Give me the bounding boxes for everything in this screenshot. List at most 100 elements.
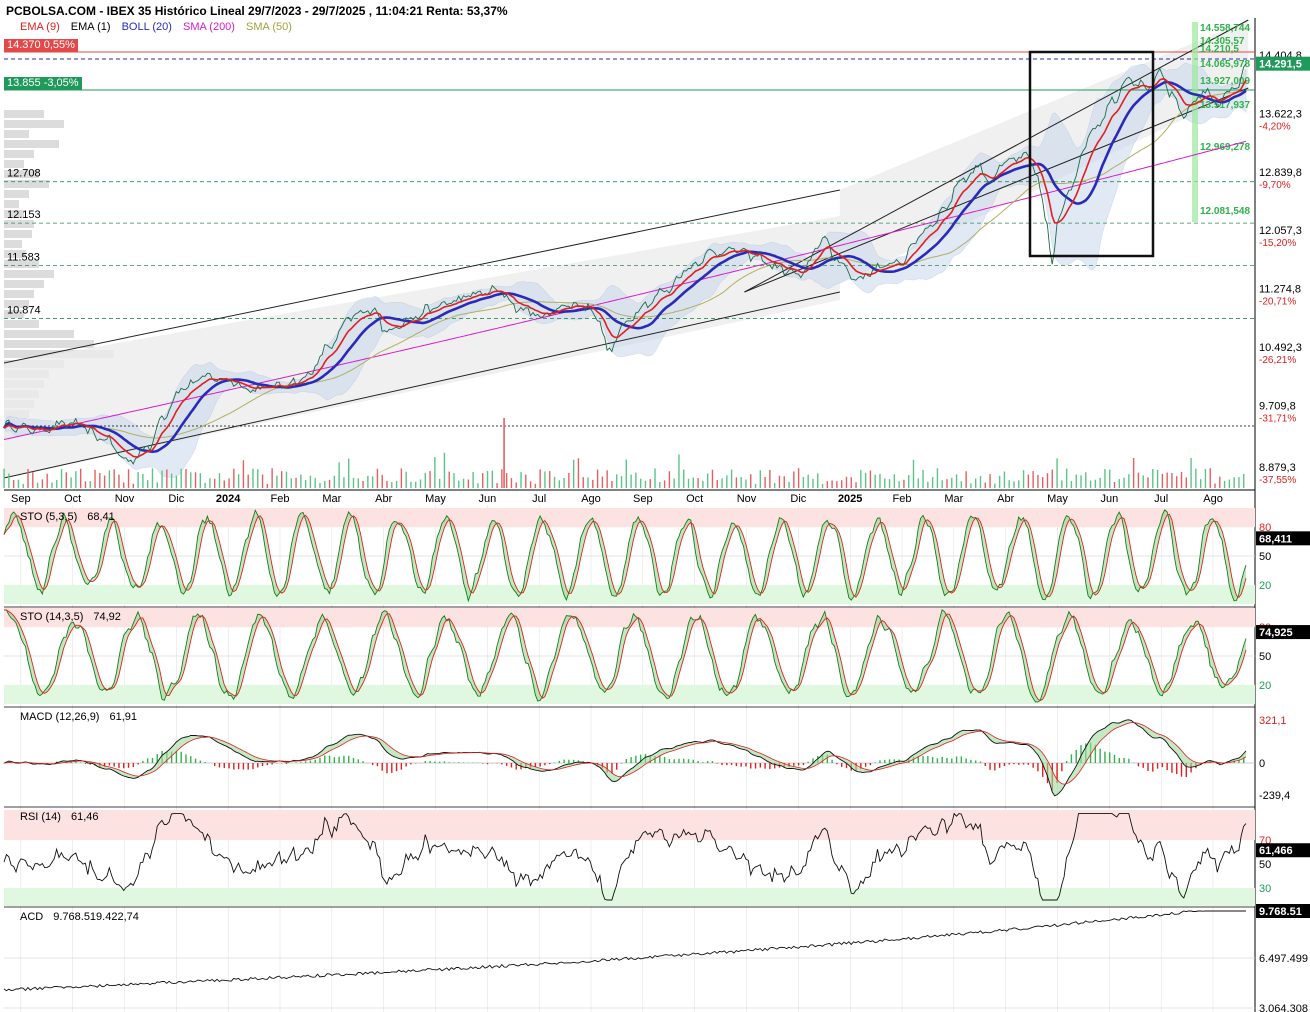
support-level-label: 12.708 [7,168,41,180]
volume-bar [860,470,862,488]
volume-bar [955,474,958,488]
macd-histogram-bar [840,763,843,767]
macd-histogram-bar [376,763,379,767]
support-level-label: 12.153 [7,209,41,221]
x-axis-month-label: Sep [633,493,653,505]
macd-histogram-bar [127,763,130,768]
macd-histogram-bar [486,763,489,765]
volume-profile-bar [4,130,29,138]
volume-bar [242,460,245,488]
price-axis-tick: 10.492,3 [1259,342,1302,354]
macd-histogram-bar [965,758,967,763]
volume-bar [22,483,24,488]
volume-bar [1113,481,1116,488]
legend-boll20[interactable]: BOLL (20) [122,21,172,33]
volume-bar [520,472,522,488]
legend-ema1[interactable]: EMA (1) [71,21,111,33]
sto2-oversold-zone [4,684,1255,704]
volume-bar [501,469,503,488]
macd-histogram-bar [175,750,178,763]
volume-bar [127,469,130,488]
volume-bar [381,474,383,488]
volume-bar [1013,481,1015,488]
macd-histogram-bar [706,760,709,763]
volume-bar [32,471,34,488]
macd-histogram-bar [1147,763,1149,771]
macd-axis-tick: 0 [1259,758,1265,770]
volume-bar [281,471,283,488]
volume-bar [1080,475,1082,488]
volume-bar [692,477,695,488]
x-axis-month-label: Dic [790,493,806,505]
legend-ema9[interactable]: EMA (9) [20,21,60,33]
macd-histogram-bar [237,763,240,770]
volume-profile-bar [4,320,39,328]
macd-histogram-bar [410,763,412,765]
macd-histogram-bar [434,761,436,763]
volume-bar [1142,475,1144,488]
volume-bar [1166,472,1168,488]
macd-histogram-bar [802,763,805,765]
volume-bar [477,483,479,488]
macd-histogram-bar [635,755,637,763]
macd-histogram-bar [989,763,991,770]
volume-bar [70,477,72,488]
volume-bar [453,473,455,488]
volume-bar [419,479,422,488]
volume-bar [721,478,723,488]
macd-histogram-bar [1061,763,1063,772]
macd-histogram-bar [1180,763,1183,777]
macd-histogram-bar [1013,763,1015,765]
volume-bar [486,470,489,488]
volume-bar [324,480,326,488]
volume-bar [1228,479,1231,488]
volume-bar [697,478,699,488]
rsi-level-label: 50 [1259,859,1271,871]
volume-bar [884,478,886,488]
volume-bar [1161,473,1164,488]
volume-bar [989,474,991,488]
legend-sma50[interactable]: SMA (50) [246,21,292,33]
volume-bar [1223,480,1226,488]
indicator-legend: EMA (9) EMA (1) BOLL (20) SMA (200) SMA … [20,21,300,33]
volume-bar [180,468,182,488]
volume-bar [678,454,680,488]
volume-bar [247,474,249,488]
volume-bar [855,482,857,488]
x-axis-month-label: 2024 [216,493,241,505]
macd-histogram-bar [955,756,958,763]
rsi-level-label: 30 [1259,883,1271,895]
macd-axis-tick: -239,4 [1259,790,1290,802]
volume-bar [812,478,814,488]
fib-level-label: 14.210,5 [1200,44,1239,55]
macd-histogram-bar [328,755,331,763]
volume-bar [352,477,355,488]
volume-bar [27,468,29,488]
macd-histogram-bar [1123,757,1125,763]
volume-bar [754,483,757,488]
volume-bar [108,470,111,488]
volume-bar [146,480,149,488]
volume-bar [1190,458,1192,488]
fib-level-label: 14.558,744 [1200,23,1250,34]
macd-histogram-bar [443,761,446,763]
legend-sma200[interactable]: SMA (200) [183,21,235,33]
volume-bar [84,481,87,488]
acd-axis-tick: 3.064.308 [1259,1003,1308,1012]
volume-bar [706,473,709,488]
acd-badge: 9.768.51 [1259,906,1302,918]
volume-bar [831,480,833,488]
macd-histogram-bar [348,755,350,763]
macd-histogram-bar [984,763,986,766]
macd-histogram-bar [539,763,541,767]
macd-histogram-bar [482,763,484,764]
macd-histogram-bar [233,763,235,770]
volume-bar [1061,480,1063,488]
volume-bar [175,475,178,488]
macd-histogram-bar [884,759,886,763]
macd-histogram-bar [1166,763,1168,771]
volume-bar [711,469,714,488]
volume-bar [1099,477,1101,488]
macd-histogram-bar [501,763,503,765]
volume-bar [649,479,651,488]
